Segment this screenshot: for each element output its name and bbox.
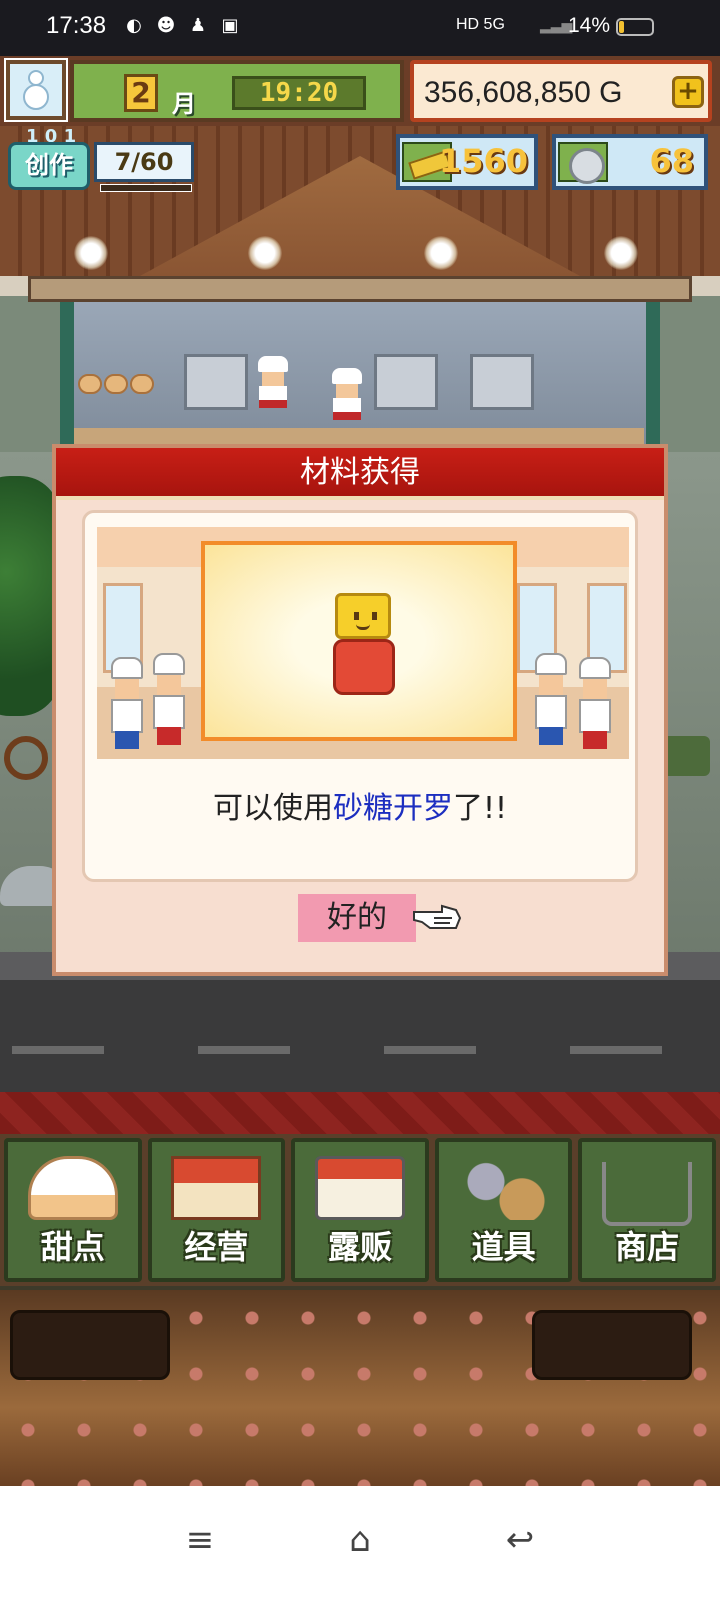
network-indicator: HD 5G: [456, 16, 505, 33]
cake-icon: [27, 1156, 118, 1220]
game-clock: 19:20: [232, 76, 366, 110]
empty-slot[interactable]: [532, 1310, 692, 1380]
empty-slot[interactable]: [10, 1310, 170, 1380]
cheering-chef: [149, 653, 189, 749]
cheering-chef: [107, 657, 147, 753]
battery-percent: 14%: [567, 14, 610, 37]
cheering-chef: [531, 653, 571, 749]
money-panel: 356,608,850 G +: [410, 60, 712, 122]
silver-coin-icon: [558, 142, 608, 184]
ok-button[interactable]: 好的: [298, 894, 416, 942]
date-time-panel: 2 月 19:20: [70, 60, 404, 122]
lamp-light: [604, 236, 638, 270]
creation-count: 7/60: [94, 142, 194, 182]
oven: [470, 354, 534, 410]
road-marking: [12, 1046, 104, 1054]
decor-strip: [0, 1092, 720, 1138]
oven: [184, 354, 248, 410]
menu-manage-button[interactable]: 经营: [147, 1138, 286, 1282]
menu-dessert-button[interactable]: 甜点: [4, 1138, 142, 1282]
dialog-body: 可以使用砂糖开罗了!!: [82, 510, 638, 882]
tools-icon: [458, 1156, 549, 1220]
qq-notification-icon: ♟: [189, 15, 207, 36]
app-notification-icon: ▣: [221, 15, 239, 36]
lamp-light: [424, 236, 458, 270]
snowman-icon: [21, 68, 51, 112]
road-marking: [198, 1046, 290, 1054]
kitchen-chef[interactable]: [330, 368, 364, 428]
menu-label: 道具: [471, 1228, 536, 1266]
oven: [374, 354, 438, 410]
menu-label: 甜点: [40, 1228, 105, 1266]
wood-panel: [0, 1290, 720, 1486]
shop-awning: [28, 276, 692, 302]
shop-icon: [171, 1156, 262, 1220]
battery-fill: [619, 21, 624, 33]
creation-panel[interactable]: 1 0 1 创作 7/60: [8, 126, 194, 194]
coin-panel: 68: [552, 134, 708, 190]
status-bar: 17:38 ◐ ☻ ♟ ▣ HD 5G ▂▃▅ 14%: [0, 0, 720, 56]
player-avatar[interactable]: [4, 58, 68, 122]
message-suffix: 了!!: [452, 791, 508, 826]
month-number: 2: [124, 74, 158, 112]
bread: [78, 374, 102, 394]
road-marking: [384, 1046, 476, 1054]
back-icon[interactable]: ↩: [498, 1520, 542, 1560]
food-truck-icon: [314, 1156, 405, 1220]
material-obtained-dialog: 材料获得 可以使用砂糖开罗了!! 好的: [52, 444, 668, 976]
app-notification-icon: ☻: [156, 15, 176, 36]
menu-store-button[interactable]: 商店: [578, 1138, 716, 1282]
bottom-menu: 甜点 经营 露贩 道具 商店: [0, 1134, 720, 1286]
road-marking: [570, 1046, 662, 1054]
bread: [130, 374, 154, 394]
recents-menu-icon[interactable]: ≡: [178, 1520, 222, 1560]
bread: [104, 374, 128, 394]
home-icon[interactable]: ⌂: [338, 1520, 382, 1560]
item-frame: [201, 541, 517, 741]
lamp-light: [248, 236, 282, 270]
month-label: 月: [172, 90, 196, 118]
menu-label: 露贩: [327, 1228, 392, 1266]
cart-wheel: [4, 736, 48, 780]
creation-progress-bar: [100, 184, 192, 192]
menu-items-button[interactable]: 道具: [434, 1138, 573, 1282]
money-amount: 356,608,850 G: [424, 76, 623, 109]
add-money-button[interactable]: +: [672, 76, 704, 108]
ticket-panel: 1560: [396, 134, 538, 190]
app-notification-icon: ◐: [126, 15, 142, 36]
road: [0, 980, 720, 1092]
battery-icon: [616, 18, 654, 36]
tree: [0, 476, 60, 716]
pointing-hand-icon: [413, 904, 462, 929]
lamp-light: [74, 236, 108, 270]
coin-count: 68: [649, 142, 694, 180]
system-nav-bar: ≡ ⌂ ↩: [0, 1486, 720, 1600]
sugar-robot-icon: [329, 589, 399, 697]
menu-stall-button[interactable]: 露贩: [291, 1138, 429, 1282]
notification-icons: ◐ ☻ ♟ ▣: [122, 14, 242, 38]
kitchen-chef[interactable]: [256, 356, 290, 416]
material-name: 砂糖开罗: [332, 791, 453, 826]
ticket-count: 1560: [438, 142, 528, 180]
cheering-chef: [575, 657, 615, 753]
menu-label: 商店: [615, 1228, 680, 1266]
dialog-scene: [97, 527, 629, 759]
dialog-message: 可以使用砂糖开罗了!!: [85, 783, 635, 827]
cart-icon: [602, 1162, 693, 1226]
creation-badge: 创作: [8, 142, 90, 190]
menu-label: 经营: [184, 1228, 249, 1266]
message-prefix: 可以使用: [212, 791, 333, 826]
status-time: 17:38: [46, 12, 107, 39]
dialog-title: 材料获得: [56, 448, 664, 500]
